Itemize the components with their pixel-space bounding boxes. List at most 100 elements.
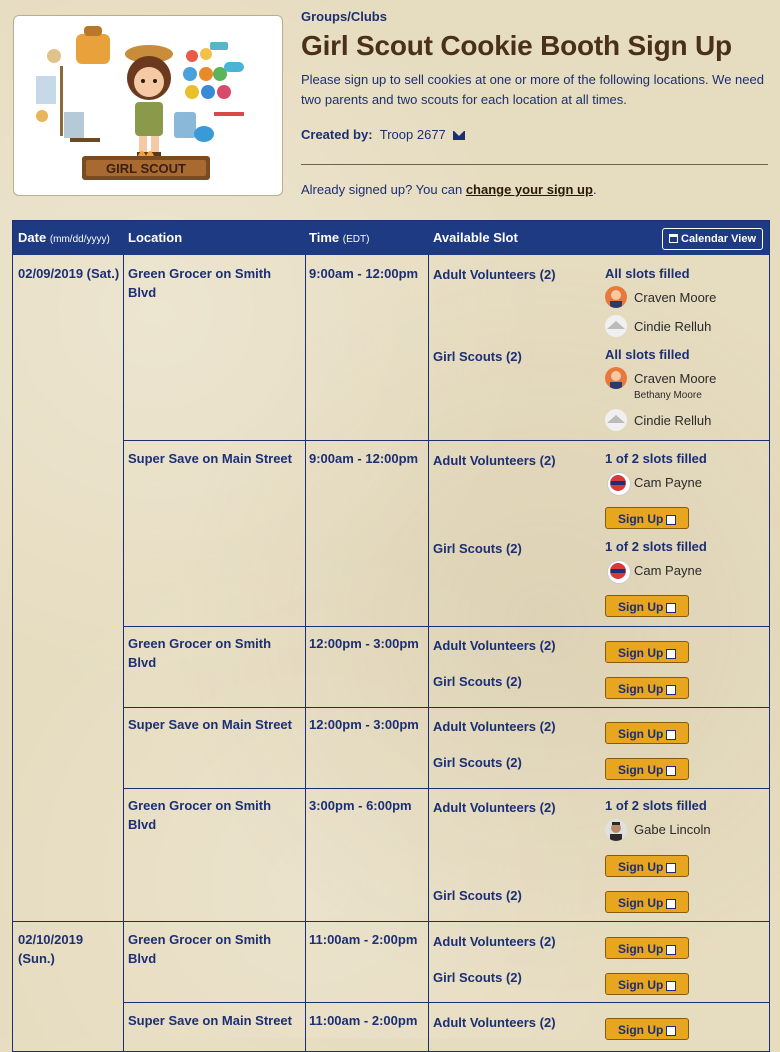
date-divider	[13, 921, 769, 922]
signup-button[interactable]: Sign Up	[605, 595, 689, 617]
signup-button[interactable]: Sign Up	[605, 1018, 689, 1040]
row-divider	[123, 788, 769, 789]
time-cell: 9:00am - 12:00pm	[309, 266, 419, 281]
signup-label: Sign Up	[618, 682, 664, 696]
change-signup-link[interactable]: change your sign up	[466, 182, 593, 197]
signup-label: Sign Up	[618, 978, 664, 992]
slot-scouts: Girl Scouts (2)	[433, 970, 522, 985]
signup-label: Sign Up	[618, 896, 664, 910]
calendar-view-label: Calendar View	[681, 233, 756, 245]
checkbox-icon	[666, 685, 676, 695]
checkbox-icon	[666, 981, 676, 991]
header-date-format: (mm/dd/yyyy)	[49, 234, 110, 245]
header-time: Time (EDT)	[309, 230, 369, 245]
header-date-label: Date	[18, 230, 47, 245]
signup-button[interactable]: Sign Up	[605, 973, 689, 995]
already-text: Already signed up? You can	[301, 182, 466, 197]
avatar-cam	[607, 472, 631, 496]
signup-table: Date (mm/dd/yyyy) Location Time (EDT) Av…	[12, 220, 770, 1052]
header-time-tz: (EDT)	[342, 234, 370, 245]
period: .	[592, 182, 597, 197]
time-cell: 3:00pm - 6:00pm	[309, 798, 412, 813]
col-divider	[428, 255, 429, 1051]
signup-button[interactable]: Sign Up	[605, 758, 689, 780]
signup-button[interactable]: Sign Up	[605, 507, 689, 529]
time-cell: 12:00pm - 3:00pm	[309, 636, 419, 651]
checkbox-icon	[666, 603, 676, 613]
slot-status: All slots filled	[605, 266, 690, 281]
already-signed-up: Already signed up? You can change your s…	[301, 182, 597, 197]
date-cell: 02/10/2019 (Sun.)	[18, 932, 84, 966]
date-cell: 02/09/2019 (Sat.)	[18, 266, 120, 281]
avatar-craven	[605, 367, 627, 389]
signup-button[interactable]: Sign Up	[605, 722, 689, 744]
time-cell: 11:00am - 2:00pm	[309, 932, 418, 947]
description: Please sign up to sell cookies at one or…	[301, 72, 764, 107]
checkbox-icon	[666, 515, 676, 525]
person-subname: Bethany Moore	[634, 390, 702, 401]
mail-icon[interactable]	[453, 131, 466, 140]
slot-adult: Adult Volunteers (2)	[433, 800, 556, 815]
avatar-cam	[607, 560, 631, 584]
person-name: Cam Payne	[634, 475, 702, 490]
slot-adult: Adult Volunteers (2)	[433, 638, 556, 653]
signup-label: Sign Up	[618, 1023, 664, 1037]
banner-text: GIRL SCOUT	[106, 161, 186, 176]
slot-adult: Adult Volunteers (2)	[433, 1015, 556, 1030]
row-divider	[123, 440, 769, 441]
signup-label: Sign Up	[618, 600, 664, 614]
signup-button[interactable]: Sign Up	[605, 855, 689, 877]
checkbox-icon	[666, 730, 676, 740]
slot-scouts: Girl Scouts (2)	[433, 755, 522, 770]
time-cell: 12:00pm - 3:00pm	[309, 717, 419, 732]
signup-button[interactable]: Sign Up	[605, 641, 689, 663]
location-cell: Green Grocer on Smith Blvd	[128, 636, 272, 670]
created-label: Created by:	[301, 127, 373, 142]
col-divider	[123, 255, 124, 1051]
signup-label: Sign Up	[618, 942, 664, 956]
signup-button[interactable]: Sign Up	[605, 677, 689, 699]
signup-label: Sign Up	[618, 860, 664, 874]
time-cell: 11:00am - 2:00pm	[309, 1013, 418, 1028]
slot-adult: Adult Volunteers (2)	[433, 934, 556, 949]
row-divider	[123, 707, 769, 708]
avatar-craven	[605, 286, 627, 308]
hero-image: GIRL SCOUT	[13, 15, 283, 196]
person-name: Craven Moore	[634, 371, 717, 386]
checkbox-icon	[666, 649, 676, 659]
slot-scouts: Girl Scouts (2)	[433, 888, 522, 903]
table-header: Date (mm/dd/yyyy) Location Time (EDT) Av…	[13, 221, 769, 255]
avatar-gabe	[605, 819, 627, 841]
checkbox-icon	[666, 945, 676, 955]
divider	[301, 164, 768, 165]
slot-status: All slots filled	[605, 347, 690, 362]
header-slot: Available Slot	[433, 230, 518, 245]
slot-status: 1 of 2 slots filled	[605, 451, 707, 466]
header-location: Location	[128, 230, 183, 245]
person-name: Cindie Relluh	[634, 413, 712, 428]
person-name: Cindie Relluh	[634, 319, 712, 334]
location-cell: Super Save on Main Street	[128, 451, 292, 466]
signup-button[interactable]: Sign Up	[605, 937, 689, 959]
category-link[interactable]: Groups/Clubs	[301, 9, 771, 24]
person-name: Gabe Lincoln	[634, 822, 711, 837]
checkbox-icon	[666, 863, 676, 873]
row-divider	[123, 1002, 769, 1003]
location-cell: Green Grocer on Smith Blvd	[128, 932, 272, 966]
person-name: Cam Payne	[634, 563, 702, 578]
location-cell: Green Grocer on Smith Blvd	[128, 266, 272, 300]
time-cell: 9:00am - 12:00pm	[309, 451, 419, 466]
location-cell: Super Save on Main Street	[128, 1013, 292, 1028]
checkbox-icon	[666, 899, 676, 909]
slot-adult: Adult Volunteers (2)	[433, 719, 556, 734]
slot-adult: Adult Volunteers (2)	[433, 267, 556, 282]
signup-label: Sign Up	[618, 512, 664, 526]
location-cell: Super Save on Main Street	[128, 717, 292, 732]
signup-label: Sign Up	[618, 763, 664, 777]
slot-scouts: Girl Scouts (2)	[433, 674, 522, 689]
signup-button[interactable]: Sign Up	[605, 891, 689, 913]
calendar-view-button[interactable]: Calendar View	[662, 228, 763, 250]
slot-scouts: Girl Scouts (2)	[433, 541, 522, 556]
checkbox-icon	[666, 1026, 676, 1036]
header: Groups/Clubs Girl Scout Cookie Booth Sig…	[301, 9, 771, 142]
